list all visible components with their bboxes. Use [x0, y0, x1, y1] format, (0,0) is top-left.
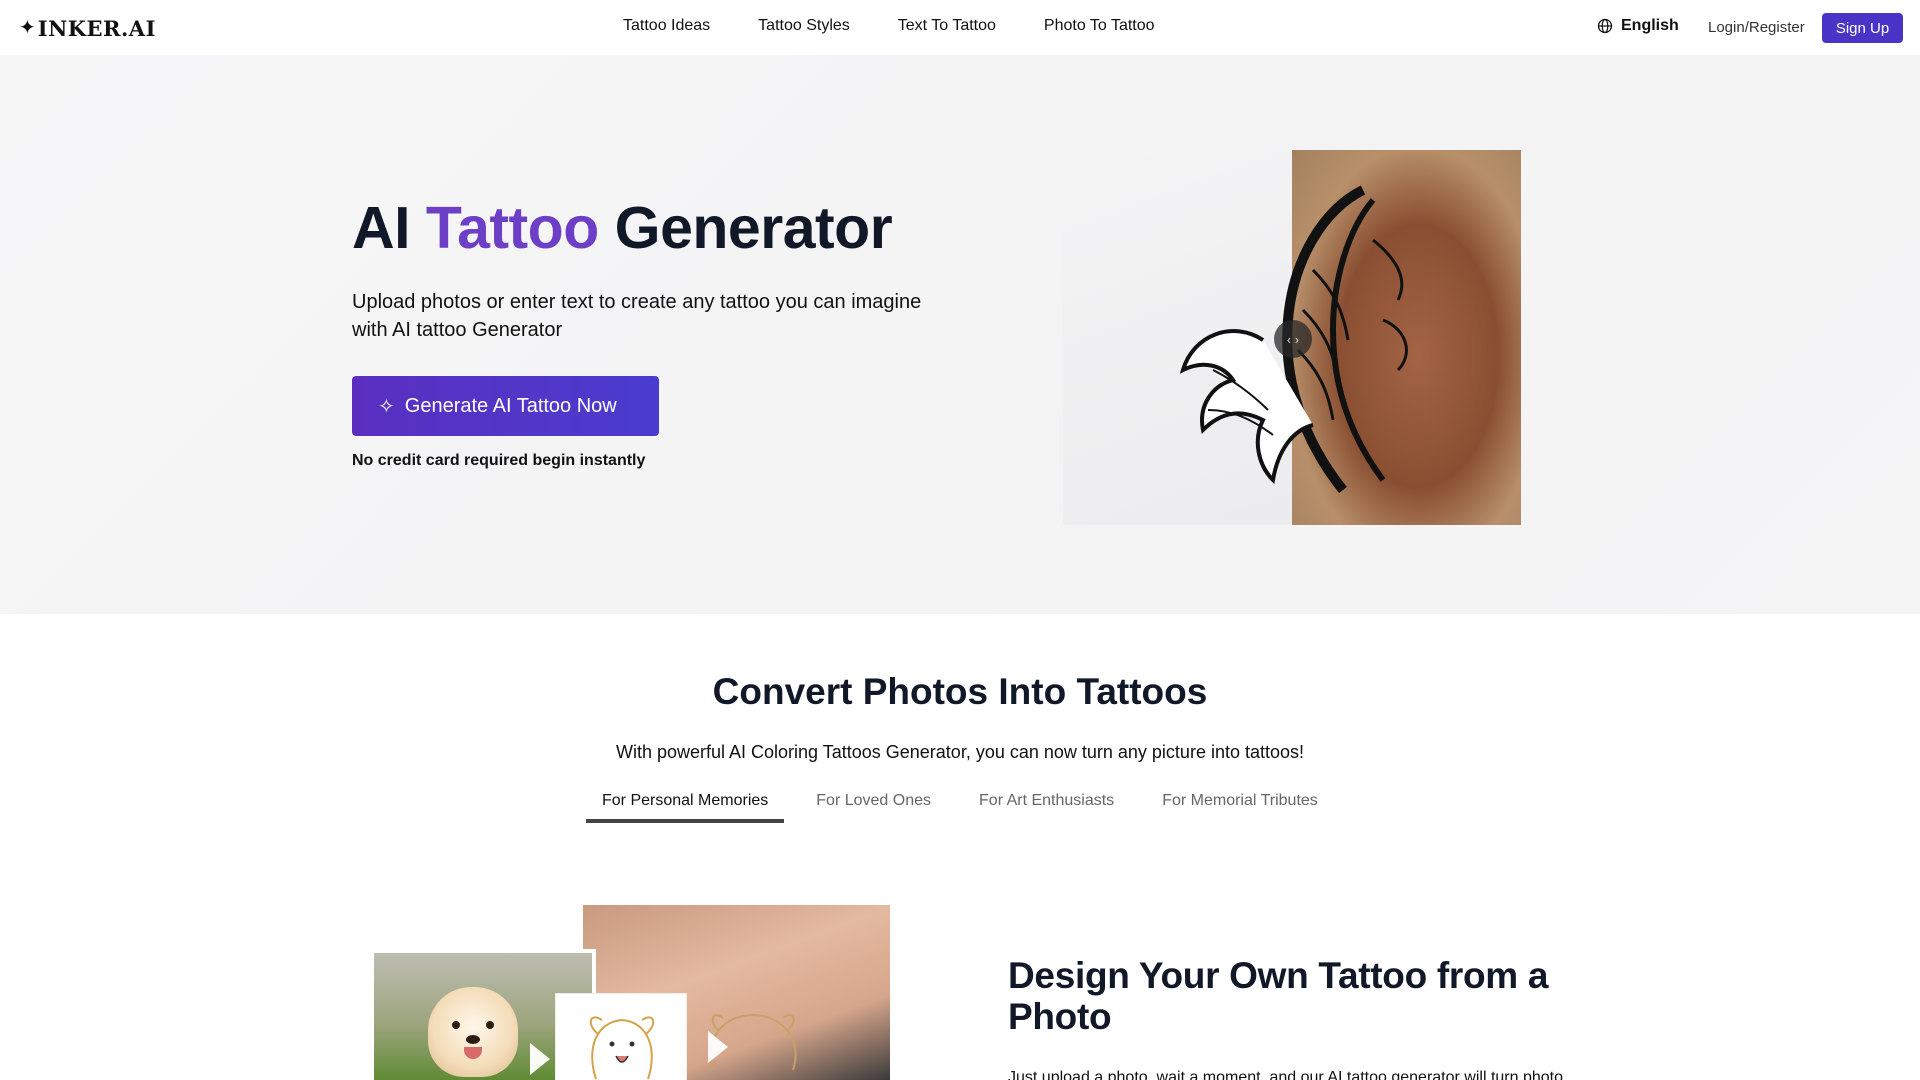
language-selector[interactable]: English — [1597, 17, 1679, 35]
puppy-mouth — [464, 1047, 482, 1059]
arrow-right-icon — [708, 1031, 728, 1063]
sparkle-icon: ✧ — [378, 395, 395, 418]
dog-sketch-outline — [589, 1016, 655, 1080]
puppy-sketch-image — [555, 993, 687, 1080]
logo-text: INKER.AI — [37, 15, 156, 41]
site-header: ✦ INKER.AI Tattoo Ideas Tattoo Styles Te… — [0, 0, 1920, 55]
nav-text-to-tattoo[interactable]: Text To Tattoo — [898, 17, 996, 35]
compare-slider-handle[interactable]: ‹ › — [1274, 320, 1312, 358]
language-label: English — [1621, 17, 1679, 34]
generate-tattoo-button[interactable]: ✧ Generate AI Tattoo Now — [352, 376, 659, 436]
tab-memorial-tributes[interactable]: For Memorial Tributes — [1146, 789, 1334, 823]
before-after-comparison[interactable]: ‹ › — [1063, 150, 1521, 525]
example-gallery — [374, 905, 890, 1080]
signup-button[interactable]: Sign Up — [1822, 13, 1903, 43]
puppy-nose — [466, 1035, 480, 1044]
globe-icon — [1597, 18, 1613, 34]
design-section-title: Design Your Own Tattoo from a Photo — [1008, 955, 1549, 1037]
no-credit-card-note: No credit card required begin instantly — [352, 452, 646, 469]
hero-title-part2: Generator — [614, 195, 893, 261]
sparkle-icon: ✦ — [19, 17, 36, 39]
puppy-face — [428, 987, 518, 1077]
hero-title-accent: Tattoo — [425, 195, 599, 261]
tab-art-enthusiasts[interactable]: For Art Enthusiasts — [963, 789, 1130, 823]
convert-section-subtitle: With powerful AI Coloring Tattoos Genera… — [615, 742, 1305, 762]
nav-tattoo-ideas[interactable]: Tattoo Ideas — [623, 17, 710, 35]
hero-title-part1: AI — [352, 195, 411, 261]
logo[interactable]: ✦ INKER.AI — [19, 15, 156, 41]
hero-section: AI Tattoo Generator Upload photos or ent… — [0, 55, 1920, 614]
hero-title: AI Tattoo Generator — [352, 194, 893, 262]
nav-photo-to-tattoo[interactable]: Photo To Tattoo — [1044, 17, 1155, 35]
puppy-eye — [486, 1021, 494, 1029]
tab-loved-ones[interactable]: For Loved Ones — [800, 789, 947, 823]
tab-personal-memories[interactable]: For Personal Memories — [586, 789, 785, 823]
design-section-description: Just upload a photo, wait a moment, and … — [1008, 1069, 1564, 1080]
puppy-eye — [452, 1021, 460, 1029]
hero-subtitle: Upload photos or enter text to create an… — [352, 291, 922, 341]
use-case-tabs: For Personal Memories For Loved Ones For… — [586, 789, 1350, 823]
login-register-link[interactable]: Login/Register — [1708, 19, 1805, 36]
generate-tattoo-label: Generate AI Tattoo Now — [404, 394, 617, 417]
arrow-right-icon — [530, 1043, 550, 1075]
convert-section-title: Convert Photos Into Tattoos — [712, 671, 1208, 712]
nav-tattoo-styles[interactable]: Tattoo Styles — [758, 17, 850, 35]
main-nav: Tattoo Ideas Tattoo Styles Text To Tatto… — [623, 17, 1203, 35]
